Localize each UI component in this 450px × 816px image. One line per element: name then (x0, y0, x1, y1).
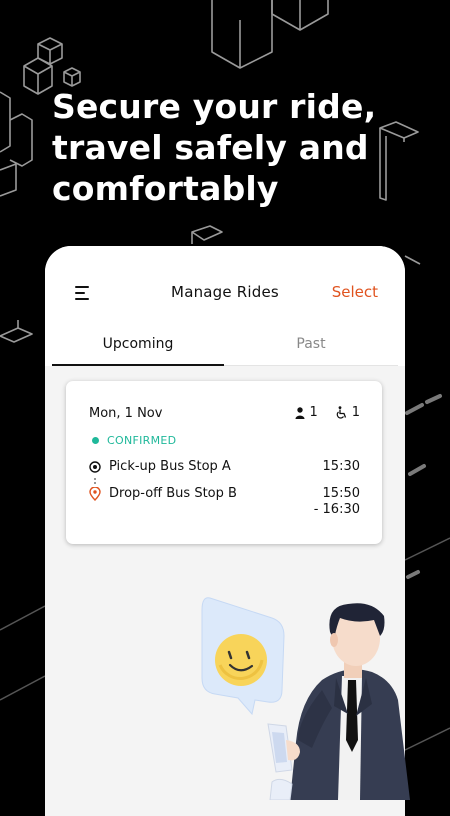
dropoff-time-start: 15:50 (322, 486, 360, 501)
ride-card[interactable]: Mon, 1 Nov 1 1 CONFIRMED Pick-up Bus Sto… (66, 381, 382, 544)
wheelchair-icon (336, 406, 346, 419)
dropoff-pin-icon (89, 486, 101, 501)
wheelchair-count: 1 (351, 405, 360, 420)
dropoff-label: Drop-off Bus Stop B (109, 486, 237, 501)
app-bar: Manage Rides Select Upcoming Past (45, 246, 405, 366)
route-connector (94, 478, 96, 486)
dropoff-time: 15:50 - 16:30 (314, 486, 360, 518)
phone-screen: Manage Rides Select Upcoming Past Mon, 1… (45, 246, 405, 816)
select-button[interactable]: Select (332, 283, 378, 301)
ride-passengers: 1 1 (295, 405, 360, 420)
status-badge: CONFIRMED (92, 434, 176, 447)
headline-line-2: travel safely and (52, 128, 369, 167)
passenger-count: 1 (309, 405, 318, 420)
pickup-label: Pick-up Bus Stop A (109, 459, 231, 474)
status-text: CONFIRMED (107, 434, 177, 447)
tab-upcoming[interactable]: Upcoming (52, 326, 224, 366)
pickup-time: 15:30 (322, 458, 360, 474)
active-tab-indicator (52, 364, 224, 366)
headline-line-1: Secure your ride, (52, 87, 377, 126)
tab-past-label: Past (296, 336, 326, 352)
tab-upcoming-label: Upcoming (102, 336, 174, 352)
tab-bar: Upcoming Past (52, 326, 398, 366)
pickup-row: Pick-up Bus Stop A 15:30 (89, 459, 360, 474)
tab-divider (224, 365, 398, 366)
dropoff-time-end: - 16:30 (313, 502, 360, 517)
pickup-target-icon (89, 460, 101, 473)
person-icon (295, 406, 305, 419)
tab-past[interactable]: Past (224, 326, 398, 366)
headline-line-3: comfortably (52, 169, 279, 208)
headline: Secure your ride, travel safely and comf… (52, 86, 432, 209)
ride-date: Mon, 1 Nov (89, 406, 163, 421)
status-dot (92, 437, 99, 444)
dropoff-row: Drop-off Bus Stop B 15:50 - 16:30 (89, 486, 360, 517)
